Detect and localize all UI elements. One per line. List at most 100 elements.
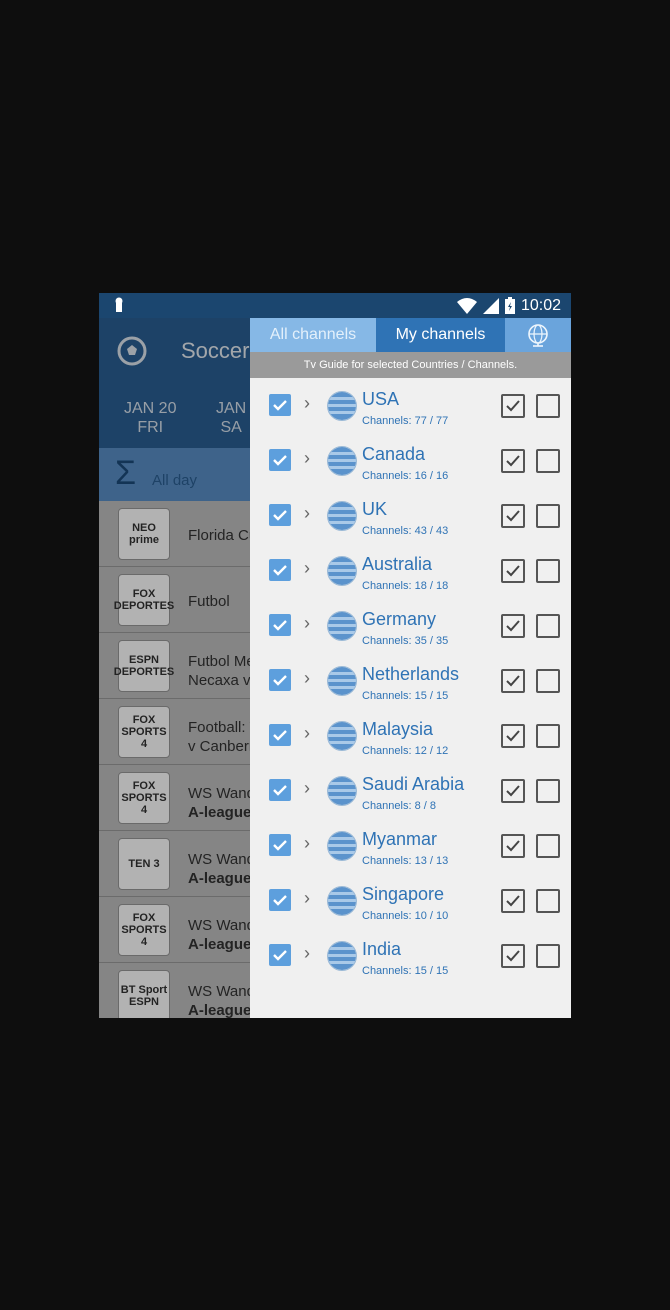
select-none-checkbox[interactable] [536,669,560,693]
battery-icon [504,297,515,314]
country-row[interactable]: › Germany Channels: 35 / 35 [250,598,571,653]
tab-all-channels[interactable]: All channels [250,318,376,352]
country-checkbox[interactable] [269,614,291,636]
chevron-right-icon[interactable]: › [304,723,310,744]
select-none-checkbox[interactable] [536,559,560,583]
country-row[interactable]: › Australia Channels: 18 / 18 [250,543,571,598]
channel-count: Channels: 35 / 35 [362,635,449,647]
select-none-checkbox[interactable] [536,394,560,418]
check-icon [273,730,287,741]
chevron-right-icon[interactable]: › [304,833,310,854]
country-checkbox[interactable] [269,889,291,911]
check-icon [273,840,287,851]
check-icon [273,510,287,521]
flag-icon [327,776,357,806]
select-all-checkbox[interactable] [501,614,525,638]
country-row[interactable]: › Myanmar Channels: 13 / 13 [250,818,571,873]
country-name: Saudi Arabia [362,774,465,794]
country-row[interactable]: › UK Channels: 43 / 43 [250,488,571,543]
country-checkbox[interactable] [269,449,291,471]
channel-count: Channels: 10 / 10 [362,910,449,922]
chevron-right-icon[interactable]: › [304,558,310,579]
check-icon [506,675,520,687]
check-icon [506,620,520,632]
chevron-right-icon[interactable]: › [304,393,310,414]
chevron-right-icon[interactable]: › [304,778,310,799]
country-row[interactable]: › Netherlands Channels: 15 / 15 [250,653,571,708]
phone-screen: 10:02 Soccer JAN 20 FRI JAN SA Σ All day [99,293,571,1018]
flag-icon [327,721,357,751]
channel-count: Channels: 8 / 8 [362,800,436,812]
chevron-right-icon[interactable]: › [304,888,310,909]
country-name: India [362,939,402,959]
select-none-checkbox[interactable] [536,779,560,803]
select-all-checkbox[interactable] [501,449,525,473]
country-checkbox[interactable] [269,669,291,691]
country-checkbox[interactable] [269,779,291,801]
flag-icon [327,831,357,861]
select-none-checkbox[interactable] [536,724,560,748]
status-time: 10:02 [520,296,561,314]
country-name: Canada [362,444,426,464]
flag-icon [327,446,357,476]
check-icon [506,510,520,522]
flag-icon [327,611,357,641]
country-name: Germany [362,609,437,629]
country-checkbox[interactable] [269,944,291,966]
select-all-checkbox[interactable] [501,779,525,803]
check-icon [506,455,520,467]
select-all-checkbox[interactable] [501,394,525,418]
flag-icon [327,666,357,696]
check-icon [273,455,287,466]
country-row[interactable]: › Malaysia Channels: 12 / 12 [250,708,571,763]
select-none-checkbox[interactable] [536,889,560,913]
country-name: Malaysia [362,719,434,739]
tab-my-channels[interactable]: My channels [376,318,505,352]
select-none-checkbox[interactable] [536,834,560,858]
select-all-checkbox[interactable] [501,834,525,858]
channel-count: Channels: 15 / 15 [362,965,449,977]
chevron-right-icon[interactable]: › [304,613,310,634]
country-name: USA [362,389,400,409]
select-all-checkbox[interactable] [501,944,525,968]
channel-count: Channels: 16 / 16 [362,470,449,482]
country-row[interactable]: › Singapore Channels: 10 / 10 [250,873,571,928]
flag-icon [327,941,357,971]
select-none-checkbox[interactable] [536,449,560,473]
country-row[interactable]: › USA Channels: 77 / 77 [250,378,571,433]
country-checkbox[interactable] [269,504,291,526]
channel-count: Channels: 43 / 43 [362,525,449,537]
select-all-checkbox[interactable] [501,889,525,913]
select-all-checkbox[interactable] [501,504,525,528]
check-icon [273,400,287,411]
country-checkbox[interactable] [269,834,291,856]
select-all-checkbox[interactable] [501,724,525,748]
country-checkbox[interactable] [269,559,291,581]
chevron-right-icon[interactable]: › [304,943,310,964]
select-all-checkbox[interactable] [501,559,525,583]
channel-count: Channels: 12 / 12 [362,745,449,757]
check-icon [273,565,287,576]
check-icon [273,785,287,796]
channel-count: Channels: 15 / 15 [362,690,449,702]
select-none-checkbox[interactable] [536,504,560,528]
channel-count: Channels: 18 / 18 [362,580,449,592]
select-none-checkbox[interactable] [536,944,560,968]
country-name: UK [362,499,388,519]
country-row[interactable]: › Canada Channels: 16 / 16 [250,433,571,488]
country-row[interactable]: › India Channels: 15 / 15 [250,928,571,983]
select-all-checkbox[interactable] [501,669,525,693]
tab-globe[interactable] [505,318,571,352]
globe-icon [528,324,548,347]
check-icon [506,565,520,577]
tab-bar: All channels My channels [250,318,571,352]
country-checkbox[interactable] [269,724,291,746]
wifi-icon [456,297,477,314]
country-checkbox[interactable] [269,394,291,416]
chevron-right-icon[interactable]: › [304,668,310,689]
chevron-right-icon[interactable]: › [304,503,310,524]
chevron-right-icon[interactable]: › [304,448,310,469]
country-row[interactable]: › Saudi Arabia Channels: 8 / 8 [250,763,571,818]
check-icon [273,895,287,906]
select-none-checkbox[interactable] [536,614,560,638]
